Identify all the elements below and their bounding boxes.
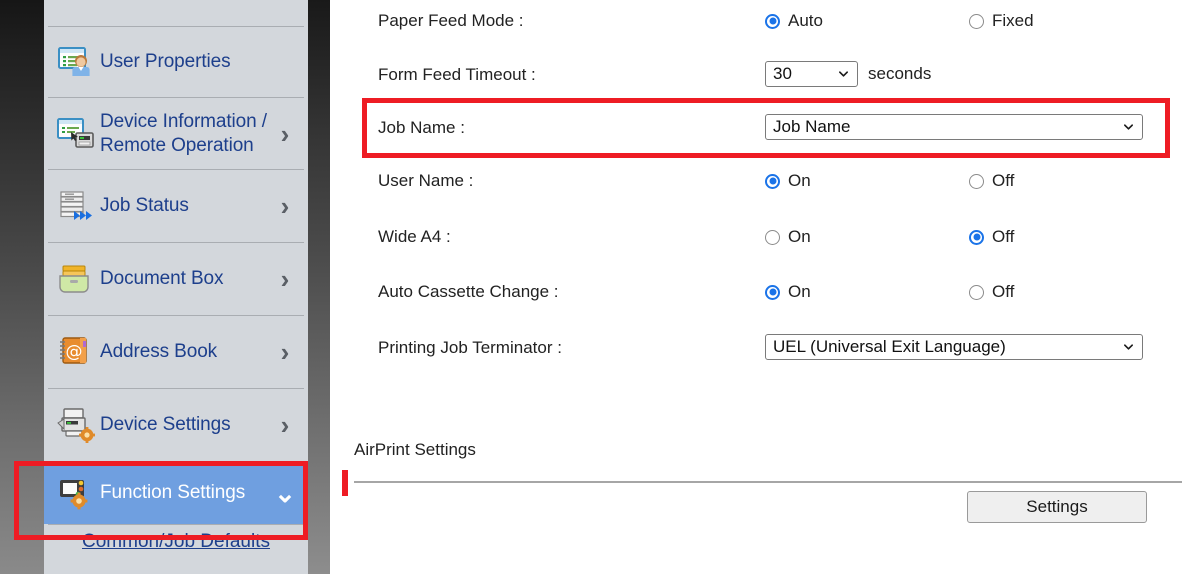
chevron-right-icon: › [272,193,298,219]
job-name-select[interactable]: Job Name [765,114,1143,140]
paper-feed-mode-auto-radio[interactable]: Auto [765,7,823,35]
wide-a4-on-radio[interactable]: On [765,223,811,251]
row-form-feed-timeout: Form Feed Timeout : 30 seconds [330,61,1191,89]
chevron-right-icon: › [272,266,298,292]
chevron-right-icon: › [272,121,298,147]
svg-text:@: @ [66,342,83,362]
form-feed-timeout-unit: seconds [868,61,931,87]
sidebar-item-device-settings[interactable]: Device Settings › [44,389,308,461]
radio-label: Off [992,223,1014,251]
button-label: Settings [1026,497,1087,517]
job-status-icon [56,186,96,226]
chevron-down-icon [1123,122,1134,133]
row-wide-a4: Wide A4 : On Off [330,223,1191,251]
row-label: Printing Job Terminator : [378,334,562,362]
airprint-settings-title: AirPrint Settings [354,440,476,460]
sidebar-sublink-common-job-defaults[interactable]: Common/Job Defaults [82,531,270,552]
row-user-name: User Name : On Off [330,167,1191,195]
wide-a4-off-radio[interactable]: Off [969,223,1014,251]
settings-panel: Paper Feed Mode : Auto Fixed Form Feed T… [330,0,1191,574]
select-value: Job Name [773,117,850,137]
form-feed-timeout-select[interactable]: 30 [765,61,858,87]
user-name-off-radio[interactable]: Off [969,167,1014,195]
chevron-down-icon: ⌄ [272,480,298,506]
radio-indicator [765,14,780,29]
screen-root: User Properties [0,0,1191,574]
sidebar-item-label: Address Book [100,340,272,364]
chevron-down-icon [1123,342,1134,353]
select-value: UEL (Universal Exit Language) [773,337,1006,357]
row-job-name: Job Name : Job Name [330,114,1191,142]
content-left-gutter [308,0,330,574]
row-auto-cassette-change: Auto Cassette Change : On Off [330,278,1191,306]
radio-indicator [765,285,780,300]
radio-indicator [765,230,780,245]
sidebar-item-label: User Properties [100,50,272,74]
section-divider [354,481,1182,483]
row-label: Auto Cassette Change : [378,278,559,306]
sidebar-item-job-status[interactable]: Job Status › [44,170,308,242]
paper-feed-mode-fixed-radio[interactable]: Fixed [969,7,1034,35]
left-gutter [0,0,44,574]
row-label: Paper Feed Mode : [378,7,524,35]
radio-indicator [969,174,984,189]
radio-indicator [969,285,984,300]
printing-job-terminator-control: UEL (Universal Exit Language) [765,334,1143,360]
sidebar-item-address-book[interactable]: @ Address Book › [44,316,308,388]
sidebar-item-label: Job Status [100,194,272,218]
sidebar-top-spacer [44,0,308,26]
sidebar: User Properties [44,0,308,574]
form-feed-timeout-control: 30 seconds [765,61,931,87]
function-settings-icon [56,473,96,513]
sidebar-item-document-box[interactable]: Document Box › [44,243,308,315]
chevron-right-icon: › [272,339,298,365]
row-printing-job-terminator: Printing Job Terminator : UEL (Universal… [330,334,1191,362]
row-label: Job Name : [378,114,465,142]
row-label: User Name : [378,167,473,195]
printing-job-terminator-select[interactable]: UEL (Universal Exit Language) [765,334,1143,360]
chevron-down-icon [838,69,849,80]
user-properties-icon [56,42,96,82]
document-box-icon [56,259,96,299]
radio-label: Off [992,278,1014,306]
radio-label: On [788,223,811,251]
select-value: 30 [773,64,792,84]
sidebar-item-label: Function Settings [100,481,272,505]
sidebar-sublink-row: Common/Job Defaults [44,525,308,553]
sidebar-item-function-settings[interactable]: Function Settings ⌄ [44,462,308,524]
user-name-on-radio[interactable]: On [765,167,811,195]
job-name-control: Job Name [765,114,1143,140]
radio-label: On [788,278,811,306]
sidebar-item-device-information[interactable]: Device Information / Remote Operation › [44,98,308,169]
sidebar-item-label: Device Settings [100,413,272,437]
radio-label: Off [992,167,1014,195]
address-book-icon: @ [56,332,96,372]
radio-label: Auto [788,7,823,35]
highlight-tick-airprint [342,470,348,496]
airprint-settings-button[interactable]: Settings [967,491,1147,523]
radio-indicator [969,230,984,245]
auto-cassette-change-on-radio[interactable]: On [765,278,811,306]
row-label: Wide A4 : [378,223,451,251]
radio-indicator [765,174,780,189]
chevron-right-icon: › [272,412,298,438]
radio-indicator [969,14,984,29]
device-settings-icon [56,405,96,445]
sidebar-item-label: Device Information / Remote Operation [100,110,272,158]
row-label: Form Feed Timeout : [378,61,536,89]
sidebar-item-user-properties[interactable]: User Properties [44,27,308,97]
sidebar-item-label: Document Box [100,267,272,291]
auto-cassette-change-off-radio[interactable]: Off [969,278,1014,306]
row-paper-feed-mode: Paper Feed Mode : Auto Fixed [330,7,1191,35]
device-information-icon [56,114,96,154]
radio-label: Fixed [992,7,1034,35]
radio-label: On [788,167,811,195]
